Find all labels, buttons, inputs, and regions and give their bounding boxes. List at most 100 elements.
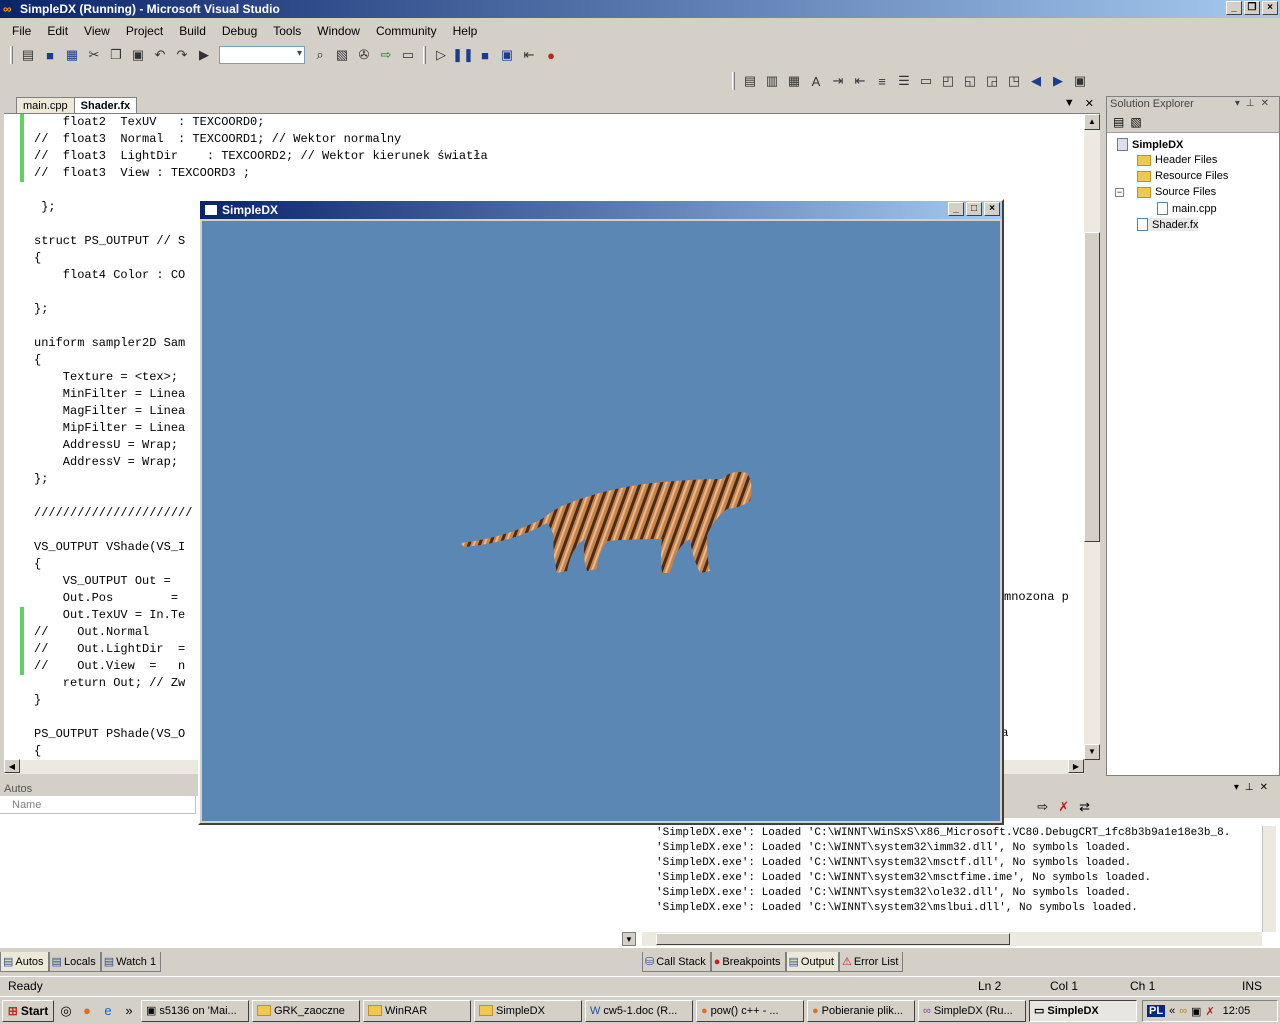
properties-icon[interactable]: ▧	[1130, 115, 1141, 129]
quick-launch-icon[interactable]: ◎	[57, 1002, 75, 1020]
tab-call-stack[interactable]: ⛁ Call Stack	[642, 952, 711, 972]
tree-shader-fx[interactable]: Shader.fx	[1137, 218, 1199, 231]
tab-dropdown-icon[interactable]: ▼	[1064, 97, 1075, 110]
task-pobieranie[interactable]: ● Pobieranie plik...	[807, 999, 915, 1022]
tray-tool-icon[interactable]: ✗	[1205, 1005, 1214, 1018]
menu-edit[interactable]: Edit	[39, 22, 76, 40]
menu-project[interactable]: Project	[118, 22, 171, 40]
tab-locals[interactable]: ▤ Locals	[48, 952, 101, 972]
tools-icon[interactable]: ✇	[353, 45, 375, 65]
export-icon[interactable]: ⇨	[375, 45, 397, 65]
editor-vertical-scrollbar[interactable]: ▲ ▼	[1084, 114, 1100, 760]
scroll-thumb[interactable]	[656, 933, 1010, 945]
continue-icon[interactable]: ▷	[430, 45, 452, 65]
dx-maximize-button[interactable]: □	[966, 202, 982, 216]
tree-header-files[interactable]: Header Files	[1137, 154, 1217, 166]
save-icon[interactable]: ■	[39, 45, 61, 65]
maximize-button[interactable]: ❐	[1244, 1, 1260, 15]
pane-controls-icon[interactable]: ▾⊥✕	[1234, 782, 1274, 793]
new-project-icon[interactable]: ▤	[17, 45, 39, 65]
task-simpledx-app[interactable]: ▭ SimpleDX	[1029, 999, 1137, 1022]
simpledx-window[interactable]: SimpleDX _ □ ×	[198, 199, 1004, 825]
font-icon[interactable]: A	[805, 71, 827, 91]
menu-help[interactable]: Help	[445, 22, 486, 40]
menu-tools[interactable]: Tools	[265, 22, 309, 40]
tab-autos[interactable]: ▤ Autos	[0, 952, 49, 972]
task-grk-zaoczne[interactable]: GRK_zaoczne	[252, 999, 360, 1022]
find-icon[interactable]: ⌕	[309, 45, 331, 65]
tab-output[interactable]: ▤ Output	[785, 952, 839, 972]
dx-close-button[interactable]: ×	[984, 202, 1000, 216]
simpledx-title-bar[interactable]: SimpleDX _ □ ×	[200, 201, 1002, 219]
find-message-icon[interactable]: ⇨	[1037, 799, 1048, 815]
tree-source-files[interactable]: − Source Files	[1115, 186, 1216, 198]
scroll-up-icon[interactable]: ▲	[1084, 114, 1100, 130]
ie-icon[interactable]: e	[99, 1002, 117, 1020]
scroll-right-icon[interactable]: ▶	[1068, 759, 1084, 773]
task-simpledx-folder[interactable]: SimpleDX	[474, 999, 582, 1022]
window-icon[interactable]: ▭	[397, 45, 419, 65]
save-all-icon[interactable]: ▦	[61, 45, 83, 65]
list-icon[interactable]: ≡	[871, 71, 893, 91]
close-tab-icon[interactable]: ✕	[1085, 97, 1094, 110]
clear-all-icon[interactable]: ✗	[1058, 799, 1069, 815]
menu-debug[interactable]: Debug	[214, 22, 265, 40]
align-center-icon[interactable]: ▥	[761, 71, 783, 91]
show-all-files-icon[interactable]: ▤	[1113, 115, 1124, 129]
menu-build[interactable]: Build	[171, 22, 214, 40]
bookmark-icon[interactable]: ◰	[937, 71, 959, 91]
prev-bookmark-icon[interactable]: ◱	[959, 71, 981, 91]
align-right-icon[interactable]: ▦	[783, 71, 805, 91]
tree-project[interactable]: SimpleDX	[1117, 138, 1183, 151]
tab-error-list[interactable]: ⚠ Error List	[838, 952, 904, 972]
tray-expand-icon[interactable]: «	[1169, 1005, 1175, 1017]
start-debug-icon[interactable]: ▶	[193, 45, 215, 65]
tree-main-cpp[interactable]: main.cpp	[1157, 202, 1217, 215]
output-vertical-scrollbar[interactable]	[1262, 826, 1276, 932]
properties-icon[interactable]: ▧	[331, 45, 353, 65]
nav-forward-icon[interactable]: ▶	[1047, 71, 1069, 91]
comments-icon[interactable]: ▣	[1069, 71, 1091, 91]
breakpoint-icon[interactable]: ●	[540, 45, 562, 65]
tab-main-cpp[interactable]: main.cpp	[16, 97, 75, 113]
output-horizontal-scrollbar[interactable]	[642, 932, 1262, 946]
menu-view[interactable]: View	[76, 22, 118, 40]
output-text[interactable]: 'SimpleDX.exe': Loaded 'C:\WINNT\WinSxS\…	[656, 826, 1230, 916]
align-left-icon[interactable]: ▤	[739, 71, 761, 91]
tree-resource-files[interactable]: Resource Files	[1137, 170, 1228, 182]
restart-icon[interactable]: ▣	[496, 45, 518, 65]
redo-icon[interactable]: ↷	[171, 45, 193, 65]
scroll-thumb[interactable]	[1084, 232, 1100, 542]
tab-breakpoints[interactable]: ● Breakpoints	[710, 952, 786, 972]
close-button[interactable]: ×	[1262, 1, 1278, 15]
clear-bookmark-icon[interactable]: ◳	[1003, 71, 1025, 91]
task-winrar[interactable]: WinRAR	[363, 999, 471, 1022]
show-next-statement-icon[interactable]: ⇤	[518, 45, 540, 65]
undo-icon[interactable]: ↶	[149, 45, 171, 65]
scroll-down-icon[interactable]: ▼	[1084, 744, 1100, 760]
dx-minimize-button[interactable]: _	[948, 202, 964, 216]
task-s5136[interactable]: ▣ s5136 on 'Mai...	[141, 999, 249, 1022]
task-pow-cpp[interactable]: ● pow() c++ - ...	[696, 999, 804, 1022]
tab-shader-fx[interactable]: Shader.fx	[73, 97, 138, 113]
cut-icon[interactable]: ✂	[83, 45, 105, 65]
comment-icon[interactable]: ▭	[915, 71, 937, 91]
more-icon[interactable]: »	[120, 1002, 138, 1020]
paste-icon[interactable]: ▣	[127, 45, 149, 65]
language-indicator[interactable]: PL	[1147, 1005, 1166, 1017]
collapse-icon[interactable]: −	[1115, 187, 1124, 197]
menu-window[interactable]: Window	[309, 22, 368, 40]
tray-app-icon[interactable]: ∞	[1179, 1005, 1187, 1017]
menu-file[interactable]: File	[4, 22, 39, 40]
scroll-left-icon[interactable]: ◀	[4, 759, 20, 773]
firefox-icon[interactable]: ●	[78, 1002, 96, 1020]
numbered-list-icon[interactable]: ☰	[893, 71, 915, 91]
pane-controls-icon[interactable]: ▾⊥✕	[1235, 97, 1275, 111]
start-button[interactable]: ⊞ Start	[2, 999, 54, 1022]
copy-icon[interactable]: ❐	[105, 45, 127, 65]
scroll-down-icon[interactable]: ▼	[622, 932, 636, 946]
minimize-button[interactable]: _	[1226, 1, 1242, 15]
indent-icon[interactable]: ⇥	[827, 71, 849, 91]
configuration-combo[interactable]	[219, 46, 305, 64]
next-bookmark-icon[interactable]: ◲	[981, 71, 1003, 91]
